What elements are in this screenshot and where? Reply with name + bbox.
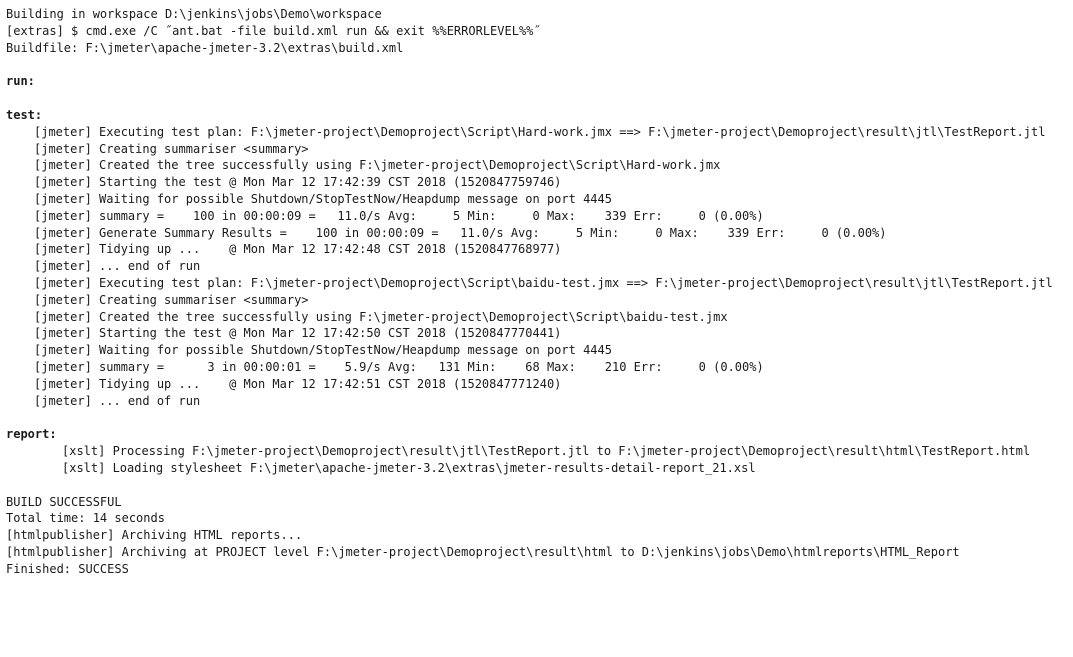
xslt-processing-line: [xslt] Processing F:\jmeter-project\Demo…: [62, 444, 1031, 459]
jmeter-executing-test-plan-2: [jmeter] Executing test plan: F:\jmeter-…: [34, 276, 1053, 290]
target-test: test:: [6, 107, 43, 122]
build-successful-line: BUILD SUCCESSFUL: [6, 494, 122, 509]
jmeter-created-tree-2: [jmeter] Created the tree successfully u…: [34, 309, 728, 324]
target-report: report:: [6, 427, 57, 442]
target-run: run:: [6, 74, 35, 89]
xslt-loading-stylesheet-line: [xslt] Loading stylesheet F:\jmeter\apac…: [62, 460, 756, 475]
console-output-pane[interactable]: Building in workspace D:\jenkins\jobs\De…: [0, 0, 1073, 578]
htmlpublisher-archiving-project-line: [htmlpublisher] Archiving at PROJECT lev…: [6, 545, 960, 559]
finished-status-line: Finished: SUCCESS: [6, 561, 129, 576]
jmeter-summary-1: [jmeter] summary = 100 in 00:00:09 = 11.…: [34, 208, 764, 223]
jmeter-end-of-run-1: [jmeter] ... end of run: [34, 259, 201, 274]
jmeter-generate-summary-results-1: [jmeter] Generate Summary Results = 100 …: [34, 225, 887, 240]
jmeter-starting-test-2: [jmeter] Starting the test @ Mon Mar 12 …: [34, 326, 562, 341]
buildfile-line: Buildfile: F:\jmeter\apache-jmeter-3.2\e…: [6, 40, 404, 55]
command-line: [extras] $ cmd.exe /C ˝ant.bat -file bui…: [6, 23, 541, 38]
jmeter-created-tree-1: [jmeter] Created the tree successfully u…: [34, 158, 721, 173]
jmeter-waiting-shutdown-1: [jmeter] Waiting for possible Shutdown/S…: [34, 191, 612, 206]
jmeter-end-of-run-2: [jmeter] ... end of run: [34, 393, 201, 408]
jmeter-creating-summariser-1: [jmeter] Creating summariser <summary>: [34, 141, 309, 156]
jmeter-creating-summariser-2: [jmeter] Creating summariser <summary>: [34, 292, 309, 307]
build-workspace-line: Building in workspace D:\jenkins\jobs\De…: [6, 7, 382, 21]
jmeter-tidying-up-2: [jmeter] Tidying up ... @ Mon Mar 12 17:…: [34, 376, 562, 391]
jmeter-starting-test-1: [jmeter] Starting the test @ Mon Mar 12 …: [34, 175, 562, 190]
jmeter-tidying-up-1: [jmeter] Tidying up ... @ Mon Mar 12 17:…: [34, 242, 562, 257]
jmeter-summary-2: [jmeter] summary = 3 in 00:00:01 = 5.9/s…: [34, 360, 764, 375]
htmlpublisher-archiving-line: [htmlpublisher] Archiving HTML reports..…: [6, 528, 303, 543]
jmeter-waiting-shutdown-2: [jmeter] Waiting for possible Shutdown/S…: [34, 343, 612, 358]
jmeter-executing-test-plan-1: [jmeter] Executing test plan: F:\jmeter-…: [34, 124, 1046, 139]
total-time-line: Total time: 14 seconds: [6, 511, 165, 526]
